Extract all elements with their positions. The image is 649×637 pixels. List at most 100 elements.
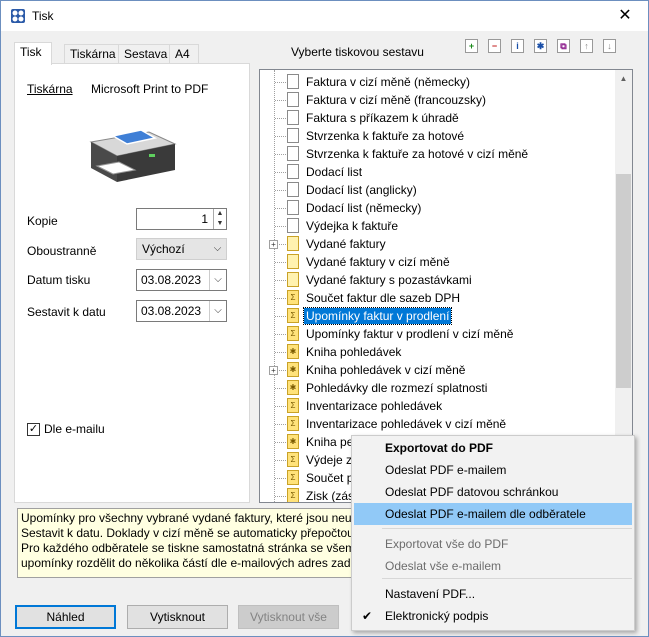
sum-icon: Σ: [287, 470, 299, 485]
menu-item[interactable]: Odeslat PDF e-mailem dle odběratele: [354, 503, 632, 525]
email-checkbox-label[interactable]: Dle e-mailu: [44, 422, 105, 436]
tree-item[interactable]: Σ Součet faktur dle sazeb DPH: [260, 289, 618, 307]
document-icon: [287, 218, 299, 233]
tree-item-label[interactable]: Kniha pohledávek v cizí měně: [304, 362, 467, 378]
tree-item-label[interactable]: Součet faktur dle sazeb DPH: [304, 290, 462, 306]
build-date-field[interactable]: 03.08.2023 ⌵: [136, 300, 227, 322]
tree-item-label[interactable]: Vydané faktury: [304, 236, 388, 252]
tree-item[interactable]: Faktura s příkazem k úhradě: [260, 109, 618, 127]
add-icon[interactable]: +: [465, 39, 478, 53]
sum-icon: Σ: [287, 398, 299, 413]
description-line: Upomínky pro všechny vybrané vydané fakt…: [21, 511, 352, 525]
sum-icon: Σ: [287, 416, 299, 431]
copies-field[interactable]: 1 ▲ ▼: [136, 208, 227, 230]
tree-item[interactable]: Σ Inventarizace pohledávek: [260, 397, 618, 415]
tree-item[interactable]: Dodací list (německy): [260, 199, 618, 217]
tree-item[interactable]: Σ Inventarizace pohledávek v cizí měně: [260, 415, 618, 433]
copies-spinner[interactable]: ▲ ▼: [213, 209, 226, 229]
star-icon: ✱: [287, 362, 299, 377]
tree-item[interactable]: Stvrzenka k faktuře za hotové v cizí měn…: [260, 145, 618, 163]
menu-item[interactable]: Exportovat vše do PDF: [354, 533, 632, 555]
tree-item[interactable]: + Vydané faktury: [260, 235, 618, 253]
tree-connector: [275, 208, 286, 209]
tree-item-label[interactable]: Dodací list: [304, 164, 364, 180]
tree-item[interactable]: Σ Upomínky faktur v prodlení v cizí měně: [260, 325, 618, 343]
scroll-thumb[interactable]: [616, 174, 631, 388]
scroll-up-icon[interactable]: ▲: [615, 70, 632, 87]
menu-item[interactable]: Odeslat vše e-mailem: [354, 555, 632, 577]
tab-tiskarna[interactable]: Tiskárna: [64, 44, 120, 64]
expand-icon[interactable]: +: [269, 366, 278, 375]
chevron-down-icon[interactable]: ⌵: [209, 270, 226, 290]
tree-item[interactable]: Σ Upomínky faktur v prodlení: [260, 307, 618, 325]
document-icon: [287, 182, 299, 197]
print-button[interactable]: Vytisknout: [127, 605, 228, 629]
tree-item-label[interactable]: Inventarizace pohledávek v cizí měně: [304, 416, 508, 432]
tree-item-label[interactable]: Vydané faktury s pozastávkami: [304, 272, 474, 288]
tree-item[interactable]: ✱ Kniha pohledávek: [260, 343, 618, 361]
tree-item[interactable]: Vydané faktury v cizí měně: [260, 253, 618, 271]
spin-up-icon[interactable]: ▲: [214, 209, 226, 219]
printer-label[interactable]: Tiskárna: [27, 82, 73, 96]
tree-connector: [275, 190, 286, 191]
tree-item-label[interactable]: Vydané faktury v cizí měně: [304, 254, 452, 270]
menu-item[interactable]: Nastavení PDF...: [354, 583, 632, 605]
tab-tisk[interactable]: Tisk: [14, 42, 52, 65]
tree-item-label[interactable]: Stvrzenka k faktuře za hotové: [304, 128, 466, 144]
close-button[interactable]: ✕: [602, 1, 648, 31]
tree-item-label[interactable]: Inventarizace pohledávek: [304, 398, 444, 414]
expand-icon[interactable]: +: [269, 240, 278, 249]
tree-item-label[interactable]: Dodací list (německy): [304, 200, 423, 216]
move-up-icon[interactable]: ↑: [580, 39, 593, 53]
star-icon[interactable]: ✱: [534, 39, 547, 53]
tree-item-label[interactable]: Kniha pe: [304, 434, 355, 450]
tree-connector: [275, 316, 286, 317]
tree-item[interactable]: + ✱ Kniha pohledávek v cizí měně: [260, 361, 618, 379]
document-icon: [287, 164, 299, 179]
tree-item[interactable]: Stvrzenka k faktuře za hotové: [260, 127, 618, 145]
tree-item-label[interactable]: Výdeje z: [304, 452, 354, 468]
spin-down-icon[interactable]: ▼: [214, 219, 226, 229]
tree-item-label[interactable]: Upomínky faktur v prodlení v cizí měně: [304, 326, 515, 342]
tree-item-label[interactable]: Faktura v cizí měně (německy): [304, 74, 472, 90]
menu-item[interactable]: Odeslat PDF e-mailem: [354, 459, 632, 481]
move-down-icon[interactable]: ↓: [603, 39, 616, 53]
print-all-button[interactable]: Vytisknout vše: [238, 605, 339, 629]
tree-item[interactable]: Dodací list: [260, 163, 618, 181]
tree-item-label[interactable]: Faktura s příkazem k úhradě: [304, 110, 461, 126]
tab-sestava[interactable]: Sestava: [118, 44, 174, 64]
tree-connector: [275, 478, 286, 479]
remove-icon[interactable]: −: [488, 39, 501, 53]
tree-item-label[interactable]: Pohledávky dle rozmezí splatnosti: [304, 380, 489, 396]
tree-item-label[interactable]: Součet p: [304, 470, 355, 486]
tree-item[interactable]: ✱ Pohledávky dle rozmezí splatnosti: [260, 379, 618, 397]
menu-item[interactable]: ✔ Elektronický podpis: [354, 605, 632, 627]
tree-item[interactable]: Vydané faktury s pozastávkami: [260, 271, 618, 289]
tree-item-label[interactable]: Zisk (zás: [304, 488, 356, 502]
tree-item[interactable]: Dodací list (anglicky): [260, 181, 618, 199]
sum-icon: Σ: [287, 452, 299, 467]
chevron-down-icon[interactable]: ⌵: [209, 239, 226, 259]
tree-item-label[interactable]: Stvrzenka k faktuře za hotové v cizí měn…: [304, 146, 530, 162]
copy-icon[interactable]: ⧉: [557, 39, 570, 53]
menu-item[interactable]: Exportovat do PDF: [354, 437, 632, 459]
tree-item-label[interactable]: Výdejka k faktuře: [304, 218, 400, 234]
tree-connector: [275, 334, 286, 335]
print-date-field[interactable]: 03.08.2023 ⌵: [136, 269, 227, 291]
menu-item[interactable]: Odeslat PDF datovou schránkou: [354, 481, 632, 503]
chevron-down-icon[interactable]: ⌵: [209, 301, 226, 321]
info-icon[interactable]: i: [511, 39, 524, 53]
tree-item-label[interactable]: Dodací list (anglicky): [304, 182, 419, 198]
tab-a4[interactable]: A4: [169, 44, 199, 64]
tree-item[interactable]: Výdejka k faktuře: [260, 217, 618, 235]
menu-item-label: Odeslat PDF e-mailem: [385, 463, 507, 477]
tree-item-label[interactable]: Upomínky faktur v prodlení: [302, 307, 453, 325]
preview-button[interactable]: Náhled: [15, 605, 116, 629]
tree-item[interactable]: Faktura v cizí měně (francouzsky): [260, 91, 618, 109]
document-icon: [287, 92, 299, 107]
tree-item[interactable]: Faktura v cizí měně (německy): [260, 73, 618, 91]
email-checkbox[interactable]: ✓: [27, 423, 40, 436]
duplex-select[interactable]: Výchozí ⌵: [136, 238, 227, 260]
tree-item-label[interactable]: Faktura v cizí měně (francouzsky): [304, 92, 488, 108]
tree-item-label[interactable]: Kniha pohledávek: [304, 344, 403, 360]
